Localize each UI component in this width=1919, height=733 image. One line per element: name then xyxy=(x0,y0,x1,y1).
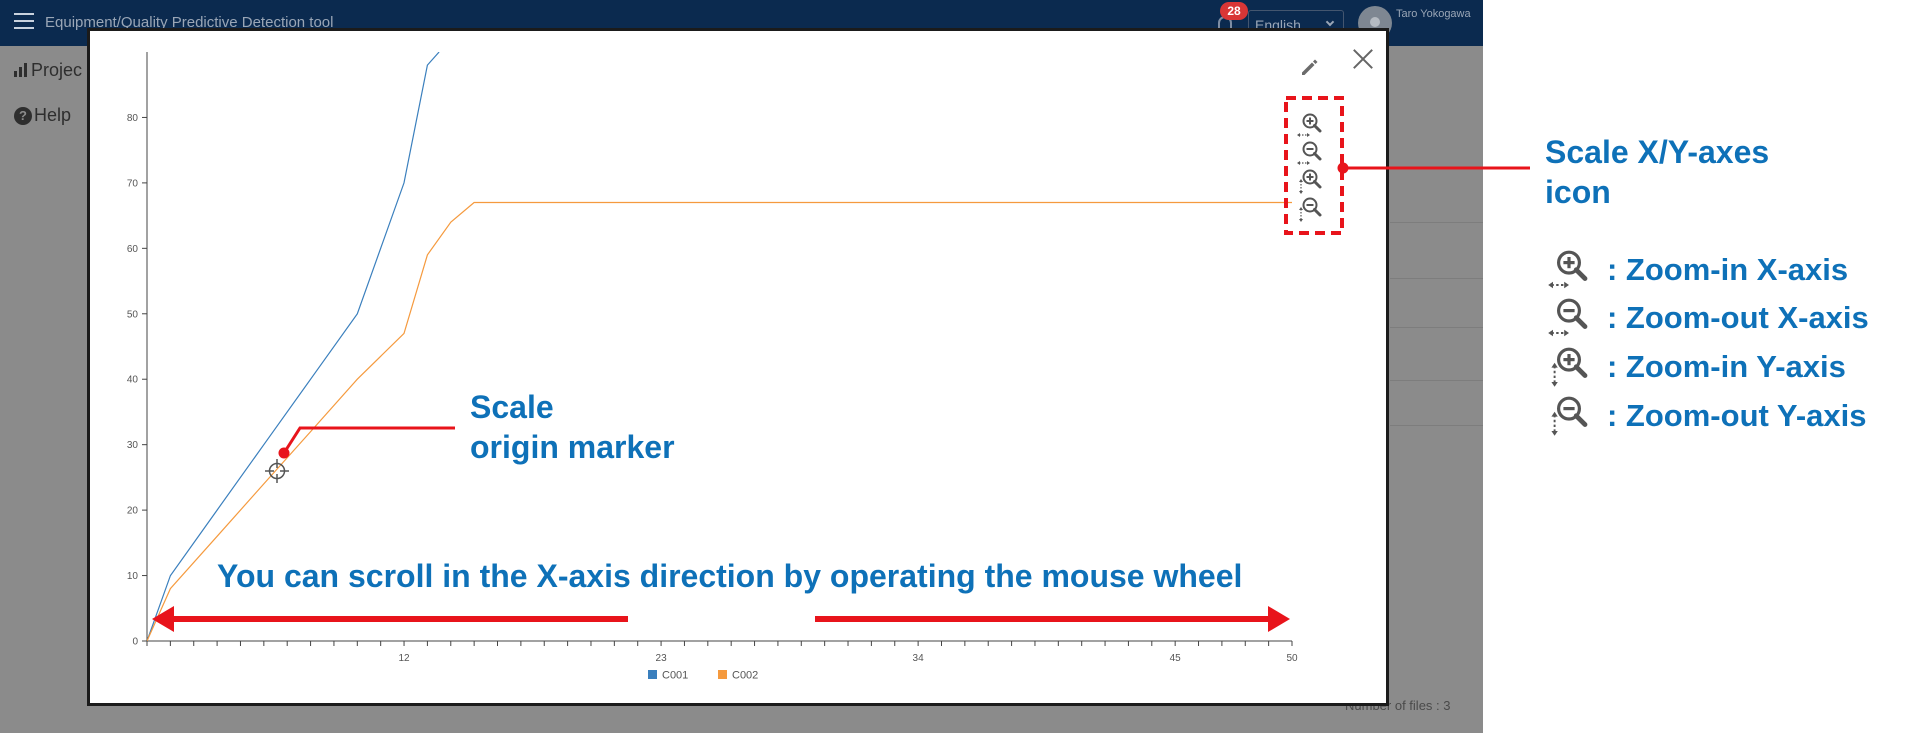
x-arrow-head-right xyxy=(1564,329,1569,337)
zoom-icons-highlight-box xyxy=(1284,96,1344,235)
magnifier-handle xyxy=(1573,413,1588,427)
scale-axes-label: Scale X/Y-axes icon xyxy=(1545,132,1769,212)
origin-callout-line xyxy=(282,426,455,454)
legend-text: : Zoom-out X-axis xyxy=(1607,300,1869,335)
scroll-right-arrow-head xyxy=(1268,606,1290,632)
scale-axes-label-line-1: Scale X/Y-axes xyxy=(1545,134,1770,170)
zoom-out-y-icon xyxy=(1551,396,1588,436)
x-arrow-head-left xyxy=(1548,281,1553,289)
x-arrow-head-right xyxy=(1564,281,1569,289)
scale-axes-label-line-2: icon xyxy=(1545,174,1611,210)
x-arrow-head-left xyxy=(1548,329,1553,337)
magnifier-handle xyxy=(1573,364,1588,378)
scroll-left-arrow-head xyxy=(152,606,174,632)
y-arrow-head-up xyxy=(1551,411,1558,417)
magnifier-handle xyxy=(1573,315,1588,329)
y-arrow-head-down xyxy=(1551,431,1558,436)
y-arrow-head-down xyxy=(1551,382,1558,387)
legend-text: : Zoom-out Y-axis xyxy=(1607,398,1867,433)
legend-text: : Zoom-in X-axis xyxy=(1607,252,1849,287)
y-arrow-head-up xyxy=(1551,362,1558,368)
scroll-instruction-text: You can scroll in the X-axis direction b… xyxy=(217,558,1243,594)
zoom-out-x-icon xyxy=(1548,298,1588,337)
legend-text: : Zoom-in Y-axis xyxy=(1607,349,1846,384)
origin-marker-label-line-2: origin marker xyxy=(470,429,675,465)
magnifier-handle xyxy=(1573,267,1588,281)
origin-marker-label-line-1: Scale xyxy=(470,389,554,425)
zoom-in-x-icon xyxy=(1548,250,1588,289)
zoom-in-y-icon xyxy=(1551,347,1588,387)
origin-marker-label: Scale origin marker xyxy=(470,387,675,467)
screenshot-canvas: Equipment/Quality Predictive Detection t… xyxy=(0,0,1919,733)
